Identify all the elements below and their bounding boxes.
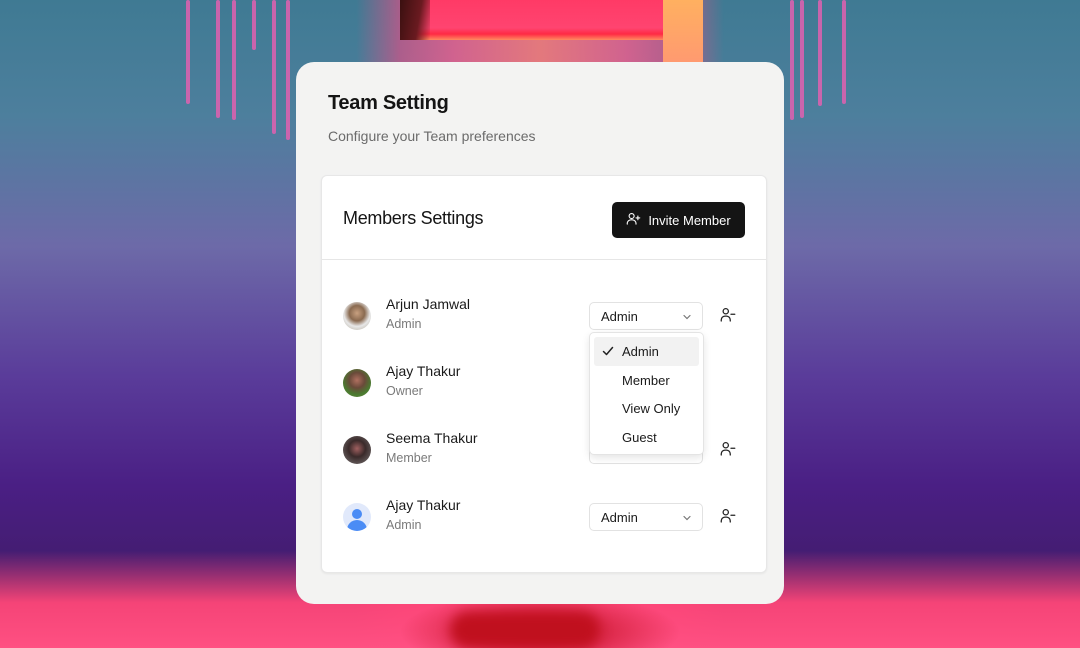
background-decor	[272, 0, 276, 134]
background-decor	[216, 0, 220, 118]
avatar	[343, 302, 371, 330]
background-decor	[842, 0, 846, 104]
background-decor	[818, 0, 822, 106]
member-role: Member	[386, 451, 432, 465]
remove-member-button[interactable]	[719, 507, 737, 525]
dropdown-option-label: Admin	[622, 344, 659, 359]
avatar	[343, 369, 371, 397]
chevron-down-icon	[683, 515, 691, 521]
check-icon	[602, 346, 614, 356]
remove-member-button[interactable]	[719, 440, 737, 458]
background-decor	[186, 0, 190, 104]
member-role: Admin	[386, 518, 422, 532]
member-row: Ajay Thakur Admin Admin	[343, 497, 747, 537]
background-decor	[800, 0, 804, 118]
members-settings-card: Members Settings Invite Member Arjun Jam…	[321, 175, 767, 573]
team-settings-panel: Team Setting Configure your Team prefere…	[296, 62, 784, 604]
member-role: Admin	[386, 317, 422, 331]
default-user-avatar-icon	[343, 503, 371, 531]
role-select-value: Admin	[601, 510, 638, 525]
role-select[interactable]: Admin	[589, 302, 703, 330]
background-decor	[790, 0, 794, 120]
member-name: Ajay Thakur	[386, 363, 461, 379]
page-title: Team Setting	[328, 92, 449, 114]
member-name: Seema Thakur	[386, 430, 478, 446]
chevron-down-icon	[683, 314, 691, 320]
remove-member-button[interactable]	[719, 306, 737, 324]
dropdown-option-label: View Only	[622, 401, 681, 416]
page-subtitle: Configure your Team preferences	[328, 128, 536, 144]
background-decor	[450, 612, 600, 648]
role-select[interactable]: Admin	[589, 503, 703, 531]
user-minus-icon	[720, 441, 736, 456]
role-dropdown-menu: Admin Member View Only Guest	[589, 332, 704, 455]
background-decor	[286, 0, 290, 140]
user-minus-icon	[720, 508, 736, 523]
card-title: Members Settings	[343, 208, 484, 228]
background-decor	[400, 0, 690, 40]
dropdown-option-label: Member	[622, 372, 670, 388]
member-name: Ajay Thakur	[386, 497, 461, 513]
background-decor	[232, 0, 236, 120]
invite-member-label: Invite Member	[648, 212, 731, 228]
dropdown-option-view-only[interactable]: View Only	[594, 394, 699, 423]
background-decor	[252, 0, 256, 50]
member-role: Owner	[386, 384, 423, 398]
card-header: Members Settings Invite Member	[322, 176, 766, 260]
dropdown-option-member[interactable]: Member	[594, 366, 699, 395]
dropdown-option-admin[interactable]: Admin	[594, 337, 699, 366]
background-decor	[663, 0, 703, 62]
dropdown-option-label: Guest	[622, 429, 657, 445]
background-decor	[400, 0, 430, 40]
role-select-value: Admin	[601, 309, 638, 324]
user-minus-icon	[720, 307, 736, 322]
member-row: Arjun Jamwal Admin Admin	[343, 296, 747, 336]
member-name: Arjun Jamwal	[386, 296, 471, 312]
avatar	[343, 436, 371, 464]
user-plus-icon	[626, 211, 641, 229]
invite-member-button[interactable]: Invite Member	[612, 202, 745, 238]
dropdown-option-guest[interactable]: Guest	[594, 423, 699, 452]
